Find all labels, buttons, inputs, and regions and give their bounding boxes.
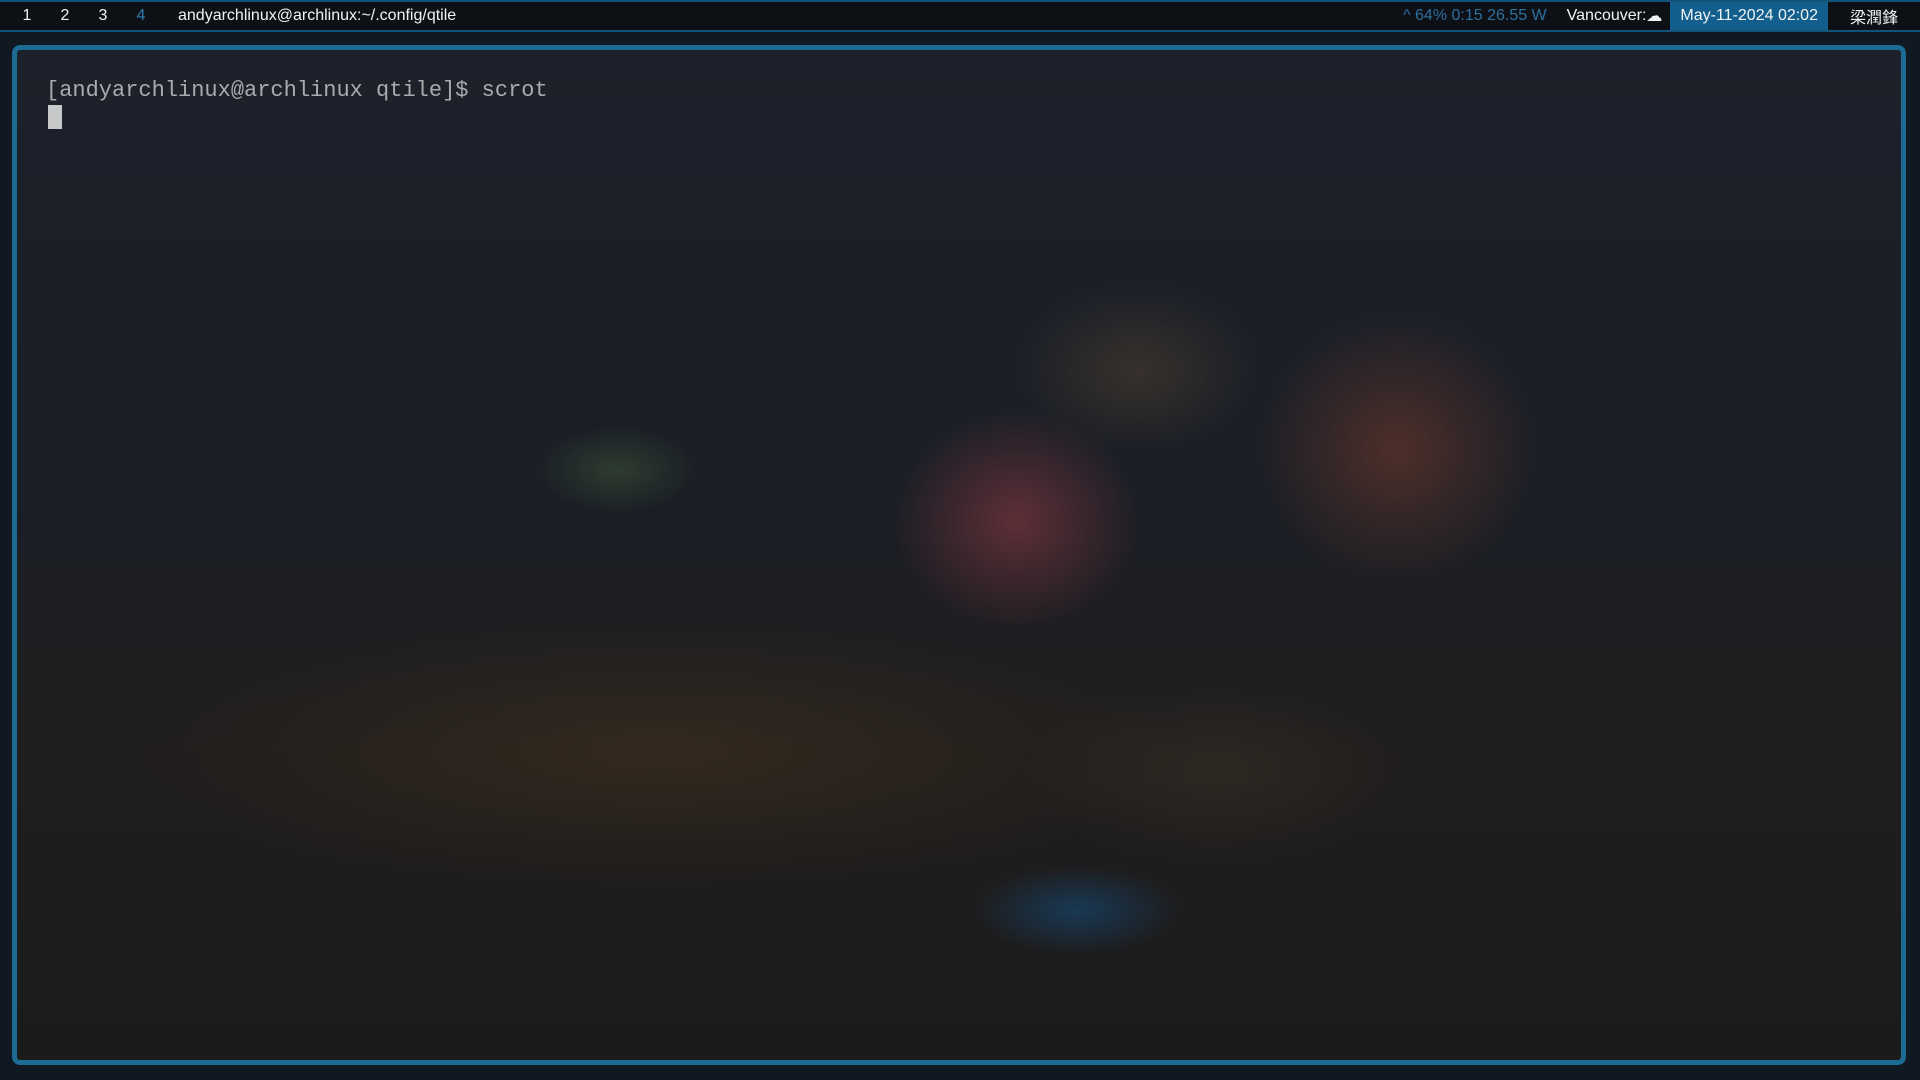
user-name: 梁潤鋒: [1849, 8, 1898, 27]
desktop: 1 2 3 4 andyarchlinux@archlinux:~/.confi…: [0, 0, 1920, 1080]
text-cursor: [48, 105, 62, 129]
command-text: scrot: [481, 78, 548, 103]
group-4[interactable]: 4: [122, 2, 160, 30]
shell-prompt: [andyarchlinux@archlinux qtile]$: [46, 78, 482, 103]
group-1[interactable]: 1: [8, 2, 46, 30]
group-2[interactable]: 2: [46, 2, 84, 30]
terminal-window[interactable]: [andyarchlinux@archlinux qtile]$ scrot: [12, 45, 1906, 1065]
weather-widget: Vancouver: ☁: [1567, 6, 1663, 26]
cloud-icon: ☁: [1646, 8, 1663, 25]
battery-status: ^ 64% 0:15 26.55 W: [1403, 7, 1547, 24]
group-3[interactable]: 3: [84, 2, 122, 30]
clock: May-11-2024 02:02: [1670, 2, 1828, 30]
group-box: 1 2 3 4: [0, 2, 160, 30]
weather-city: Vancouver:: [1566, 7, 1647, 24]
window-title: andyarchlinux@archlinux:~/.config/qtile: [178, 7, 457, 24]
prompt-line: [andyarchlinux@archlinux qtile]$ scrot: [46, 78, 548, 103]
top-bar: 1 2 3 4 andyarchlinux@archlinux:~/.confi…: [0, 0, 1920, 32]
